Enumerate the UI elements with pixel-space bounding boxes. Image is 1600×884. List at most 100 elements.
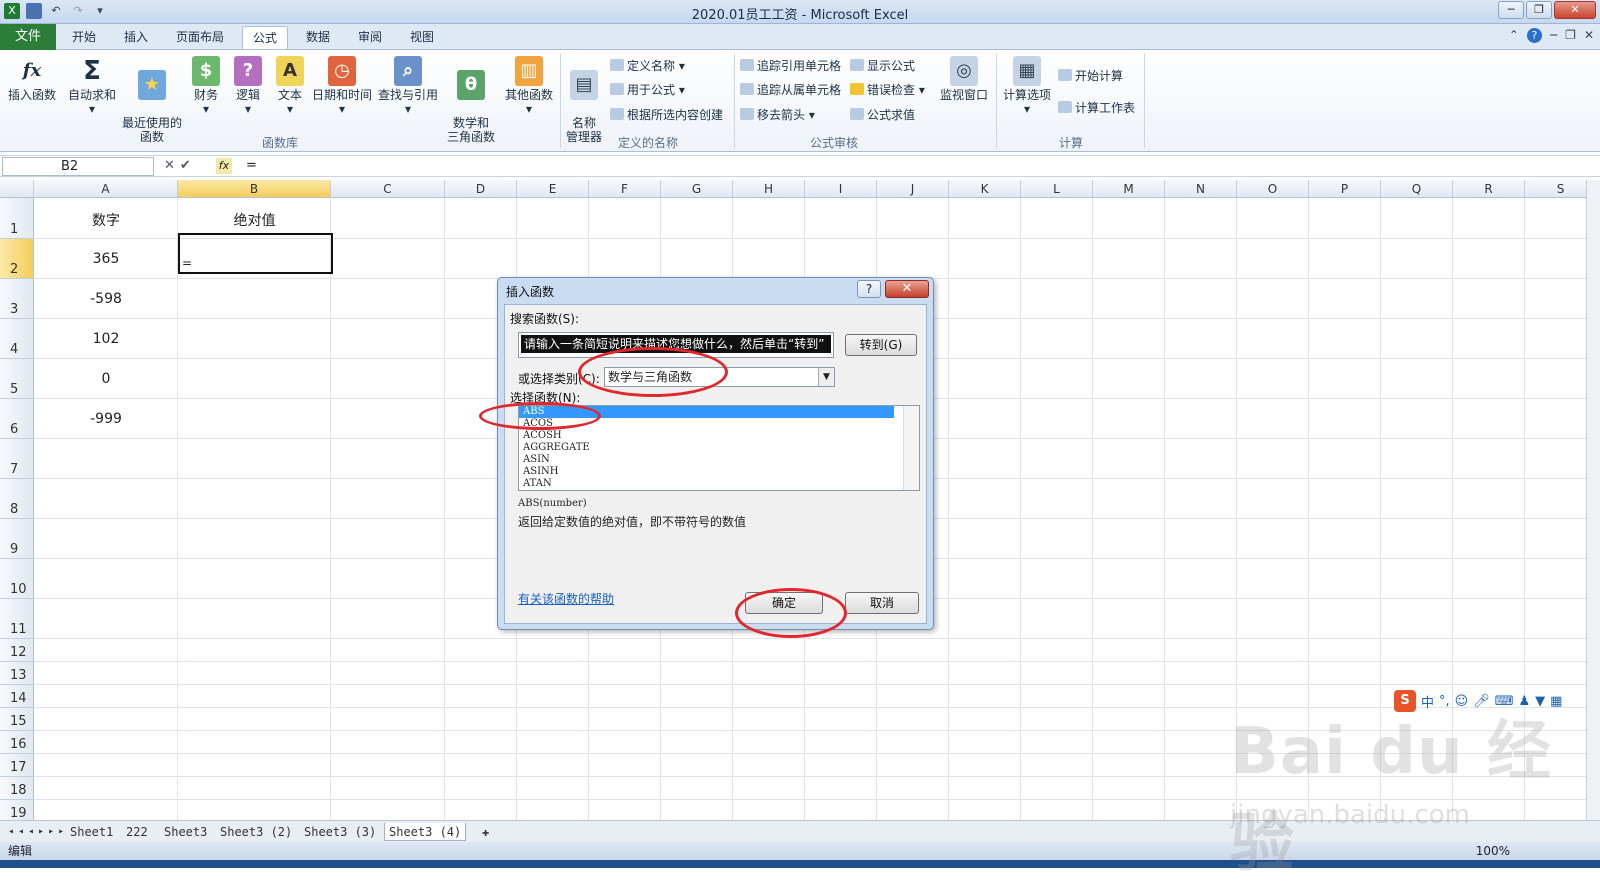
- sheet-tab[interactable]: Sheet1: [66, 823, 117, 841]
- row-header-4[interactable]: 4: [0, 319, 34, 359]
- formula-input[interactable]: =: [246, 158, 257, 173]
- define-name-button[interactable]: 定义名称 ▾: [610, 58, 685, 74]
- recently-used-button[interactable]: ★ 最近使用的 函数: [120, 56, 184, 144]
- column-header-a[interactable]: A: [34, 180, 178, 198]
- column-header-s[interactable]: S: [1525, 180, 1586, 198]
- sheet-tab[interactable]: Sheet3: [160, 823, 211, 841]
- fx-button-icon[interactable]: fx: [216, 158, 232, 174]
- text-button[interactable]: A 文本 ▾: [272, 56, 308, 116]
- cell-a5[interactable]: 0: [34, 371, 178, 387]
- doc-restore-icon[interactable]: ❐: [1565, 28, 1576, 43]
- column-header-o[interactable]: O: [1237, 180, 1309, 198]
- doc-close-icon[interactable]: ✕: [1584, 28, 1594, 43]
- doc-minimize-icon[interactable]: ─: [1550, 28, 1557, 43]
- column-header-q[interactable]: Q: [1381, 180, 1453, 198]
- name-box[interactable]: B2: [2, 157, 154, 176]
- column-header-g[interactable]: G: [661, 180, 733, 198]
- row-header-6[interactable]: 6: [0, 399, 34, 439]
- sheet-tab[interactable]: Sheet3 (2): [216, 823, 296, 841]
- cancel-icon[interactable]: ✕: [164, 158, 180, 173]
- sheet-tab[interactable]: Sheet3 (3): [300, 823, 380, 841]
- column-header-l[interactable]: L: [1021, 180, 1093, 198]
- column-header-h[interactable]: H: [733, 180, 805, 198]
- logical-button[interactable]: ? 逻辑 ▾: [230, 56, 266, 116]
- row-header-8[interactable]: 8: [0, 479, 34, 519]
- row-header-7[interactable]: 7: [0, 439, 34, 479]
- column-header-p[interactable]: P: [1309, 180, 1381, 198]
- row-header-11[interactable]: 11: [0, 599, 34, 639]
- tab-file[interactable]: 文件: [0, 24, 56, 50]
- show-formulas-button[interactable]: 显示公式: [850, 58, 915, 74]
- minimize-button[interactable]: ─: [1498, 1, 1524, 19]
- cell-a6[interactable]: -999: [34, 411, 178, 427]
- function-list-item[interactable]: ASINH: [519, 466, 894, 478]
- function-help-link[interactable]: 有关该函数的帮助: [518, 590, 614, 607]
- sheet-tab[interactable]: Sheet3 (4): [384, 823, 467, 841]
- column-header-m[interactable]: M: [1093, 180, 1165, 198]
- sheet-nav-icons[interactable]: ◂◂◂▸▸▸: [4, 823, 72, 841]
- evaluate-formula-button[interactable]: 公式求值: [850, 107, 915, 123]
- trace-precedents-button[interactable]: 追踪引用单元格: [740, 58, 841, 74]
- enter-icon[interactable]: ✔: [180, 158, 196, 173]
- row-header-12[interactable]: 12: [0, 639, 34, 662]
- cell-a1[interactable]: 数字: [34, 210, 178, 230]
- go-button[interactable]: 转到(G): [845, 334, 917, 356]
- column-header-c[interactable]: C: [331, 180, 445, 198]
- row-header-14[interactable]: 14: [0, 685, 34, 708]
- cell-a4[interactable]: 102: [34, 331, 178, 347]
- dialog-close-button[interactable]: ✕: [885, 280, 929, 298]
- column-header-k[interactable]: K: [949, 180, 1021, 198]
- cell-a3[interactable]: -598: [34, 291, 178, 307]
- list-scrollbar[interactable]: [903, 406, 919, 490]
- column-header-j[interactable]: J: [877, 180, 949, 198]
- maximize-button[interactable]: ❐: [1526, 1, 1552, 19]
- column-header-i[interactable]: I: [805, 180, 877, 198]
- cell-b1[interactable]: 绝对值: [178, 210, 331, 230]
- column-header-b[interactable]: B: [178, 180, 331, 198]
- row-header-3[interactable]: 3: [0, 279, 34, 319]
- column-header-f[interactable]: F: [589, 180, 661, 198]
- tab-insert[interactable]: 插入: [114, 26, 158, 49]
- collapse-ribbon-icon[interactable]: ⌃: [1509, 28, 1519, 43]
- help-icon[interactable]: ?: [1526, 28, 1542, 43]
- autosum-button[interactable]: Σ 自动求和 ▾: [66, 56, 118, 116]
- select-all-corner[interactable]: [0, 180, 34, 198]
- error-checking-button[interactable]: 错误检查 ▾: [850, 82, 925, 98]
- function-list-item[interactable]: ACOSH: [519, 430, 894, 442]
- tab-home[interactable]: 开始: [62, 26, 106, 49]
- create-from-selection-button[interactable]: 根据所选内容创建: [610, 107, 723, 123]
- calculate-now-button[interactable]: 开始计算: [1058, 68, 1123, 84]
- math-trig-button[interactable]: θ 数学和 三角函数: [442, 56, 500, 144]
- watch-window-button[interactable]: ◎ 监视窗口: [936, 56, 992, 102]
- tab-formulas[interactable]: 公式: [242, 26, 289, 49]
- name-manager-button[interactable]: ▤ 名称 管理器: [564, 56, 604, 144]
- row-header-19[interactable]: 19: [0, 800, 34, 820]
- insert-sheet-icon[interactable]: ✚: [478, 823, 493, 841]
- row-header-5[interactable]: 5: [0, 359, 34, 399]
- row-header-10[interactable]: 10: [0, 559, 34, 599]
- financial-button[interactable]: $ 财务 ▾: [188, 56, 224, 116]
- tab-review[interactable]: 审阅: [348, 26, 392, 49]
- trace-dependents-button[interactable]: 追踪从属单元格: [740, 82, 841, 98]
- column-header-n[interactable]: N: [1165, 180, 1237, 198]
- insert-function-button[interactable]: fx 插入函数: [4, 56, 60, 102]
- row-header-9[interactable]: 9: [0, 519, 34, 559]
- sheet-tab[interactable]: 222: [122, 823, 152, 841]
- calc-options-button[interactable]: ▦ 计算选项 ▾: [1000, 56, 1054, 116]
- row-header-18[interactable]: 18: [0, 777, 34, 800]
- row-header-1[interactable]: 1: [0, 198, 34, 239]
- function-list-item[interactable]: ATAN: [519, 478, 894, 490]
- function-list-item[interactable]: AGGREGATE: [519, 442, 894, 454]
- use-in-formula-button[interactable]: 用于公式 ▾: [610, 82, 685, 98]
- close-button[interactable]: ✕: [1554, 1, 1596, 19]
- row-header-16[interactable]: 16: [0, 731, 34, 754]
- dialog-help-button[interactable]: ?: [857, 280, 881, 298]
- cell-a2[interactable]: 365: [34, 251, 178, 267]
- date-time-button[interactable]: ◷ 日期和时间 ▾: [310, 56, 374, 116]
- remove-arrows-button[interactable]: 移去箭头 ▾: [740, 107, 815, 123]
- tab-data[interactable]: 数据: [296, 26, 340, 49]
- row-header-17[interactable]: 17: [0, 754, 34, 777]
- active-cell-b2[interactable]: =: [178, 233, 333, 274]
- function-list-item[interactable]: ASIN: [519, 454, 894, 466]
- more-functions-button[interactable]: ▥ 其他函数 ▾: [502, 56, 556, 116]
